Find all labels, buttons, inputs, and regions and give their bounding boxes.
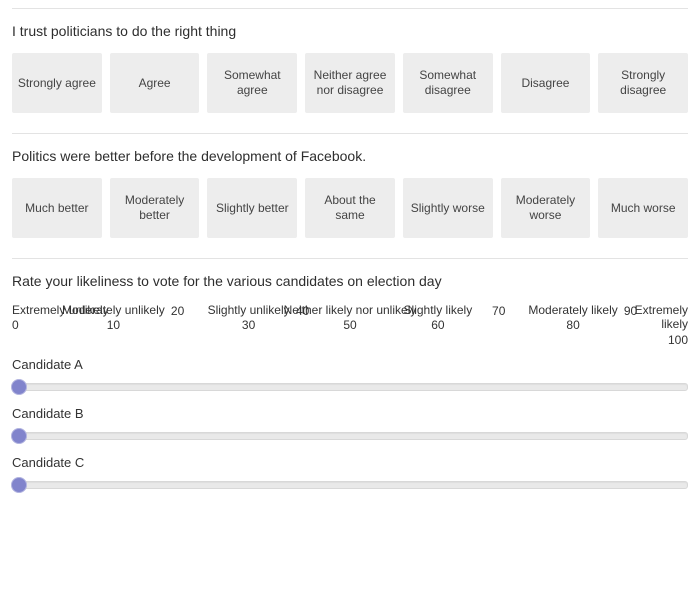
slider-candidate-a: Candidate A [12,357,688,396]
q1-opt-4[interactable]: Neither agree nor disagree [305,53,395,113]
slider-track [12,383,688,391]
slider-thumb[interactable] [11,428,27,444]
divider-top [12,8,688,9]
divider-1 [12,133,688,134]
q2-opt-3[interactable]: Slightly better [207,178,297,238]
q1-prompt: I trust politicians to do the right thin… [12,23,688,39]
tick-30: Slightly unlikely30 [208,303,290,333]
q1-options: Strongly agree Agree Somewhat agree Neit… [12,53,688,113]
q2-opt-5[interactable]: Slightly worse [403,178,493,238]
divider-2 [12,258,688,259]
candidate-c-label: Candidate C [12,455,688,470]
q3-scale: Extremely unlikely0 Moderately unlikely1… [12,303,688,347]
tick-60: Slightly likely60 [404,303,473,333]
tick-100: Extremely likely100 [635,303,688,347]
tick-70: 70 [492,303,505,318]
q2-opt-4[interactable]: About the same [305,178,395,238]
slider-track [12,432,688,440]
q1-opt-5[interactable]: Somewhat disagree [403,53,493,113]
q1-opt-3[interactable]: Somewhat agree [207,53,297,113]
candidate-a-slider[interactable] [12,378,688,396]
candidate-c-slider[interactable] [12,476,688,494]
q2-opt-7[interactable]: Much worse [598,178,688,238]
candidate-b-slider[interactable] [12,427,688,445]
q2-prompt: Politics were better before the developm… [12,148,688,164]
q2-opt-6[interactable]: Moderately worse [501,178,591,238]
slider-thumb[interactable] [11,379,27,395]
tick-80: Moderately likely80 [528,303,617,333]
q1-opt-7[interactable]: Strongly disagree [598,53,688,113]
slider-thumb[interactable] [11,477,27,493]
candidate-a-label: Candidate A [12,357,688,372]
survey-page: I trust politicians to do the right thin… [0,0,700,508]
tick-20: 20 [171,303,184,318]
q2-options: Much better Moderately better Slightly b… [12,178,688,238]
q2-opt-1[interactable]: Much better [12,178,102,238]
q1-opt-2[interactable]: Agree [110,53,200,113]
q2-opt-2[interactable]: Moderately better [110,178,200,238]
q3-prompt: Rate your likeliness to vote for the var… [12,273,688,289]
tick-50: Neither likely nor unlikely50 [284,303,417,333]
candidate-b-label: Candidate B [12,406,688,421]
tick-10: Moderately unlikely10 [62,303,165,333]
q1-opt-1[interactable]: Strongly agree [12,53,102,113]
slider-candidate-b: Candidate B [12,406,688,445]
q1-opt-6[interactable]: Disagree [501,53,591,113]
slider-track [12,481,688,489]
slider-candidate-c: Candidate C [12,455,688,494]
